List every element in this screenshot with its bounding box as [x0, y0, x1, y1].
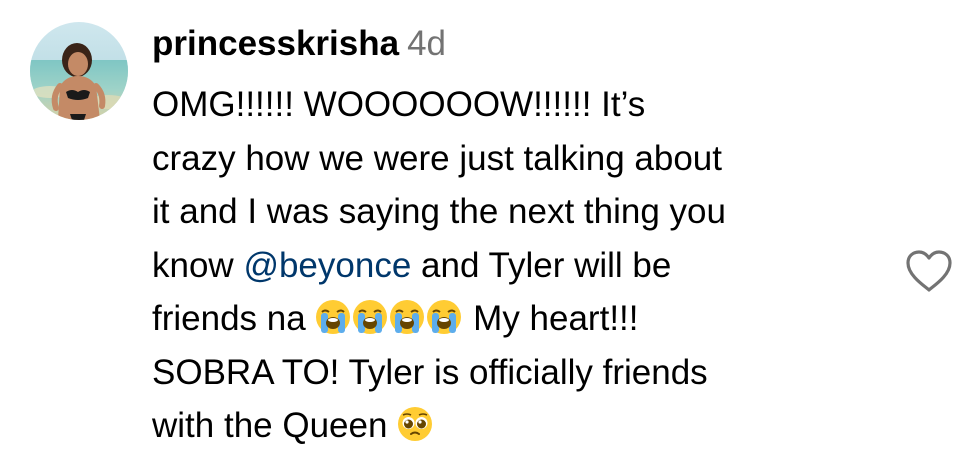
comment-header: princesskrisha 4d [152, 22, 892, 66]
comment-line: OMG!!!!!! WOOOOOOW!!!!!! It’s [152, 85, 646, 124]
comment-text: OMG!!!!!! WOOOOOOW!!!!!! It’s crazy how … [152, 78, 892, 453]
comment-text-segment: and Tyler will be [411, 245, 672, 285]
comment-line: friends na My heart!!! [152, 292, 892, 346]
comment-text-segment: friends na [152, 299, 316, 338]
username-link[interactable]: princesskrisha [152, 24, 399, 63]
loudly-crying-face-icon [352, 299, 388, 335]
avatar[interactable] [30, 22, 128, 120]
comment-text-segment: My heart!!! [463, 299, 639, 338]
comment-body: princesskrisha 4d OMG!!!!!! WOOOOOOW!!!!!… [152, 22, 892, 453]
comment-item: princesskrisha 4d OMG!!!!!! WOOOOOOW!!!!!… [0, 0, 980, 456]
like-button[interactable] [904, 248, 954, 294]
comment-text-segment: know [152, 245, 244, 285]
comment-line: with the Queen [152, 399, 892, 453]
loudly-crying-face-icon [426, 299, 462, 335]
comment-line: crazy how we were just talking about [152, 138, 722, 178]
comment-line: SOBRA TO! Tyler is officially friends [152, 352, 708, 392]
comment-line: it and I was saying the next thing you [152, 192, 726, 231]
comment-line: know @beyonce and Tyler will be [152, 239, 892, 293]
profile-photo [30, 22, 128, 120]
mention-link[interactable]: @beyonce [243, 246, 411, 285]
loudly-crying-face-icon [389, 299, 425, 335]
comment-text-segment: with the Queen [152, 406, 398, 445]
loudly-crying-face-icon [315, 299, 351, 335]
heart-outline-icon [906, 250, 952, 292]
comment-timestamp[interactable]: 4d [407, 24, 446, 63]
pleading-face-icon [397, 406, 433, 442]
